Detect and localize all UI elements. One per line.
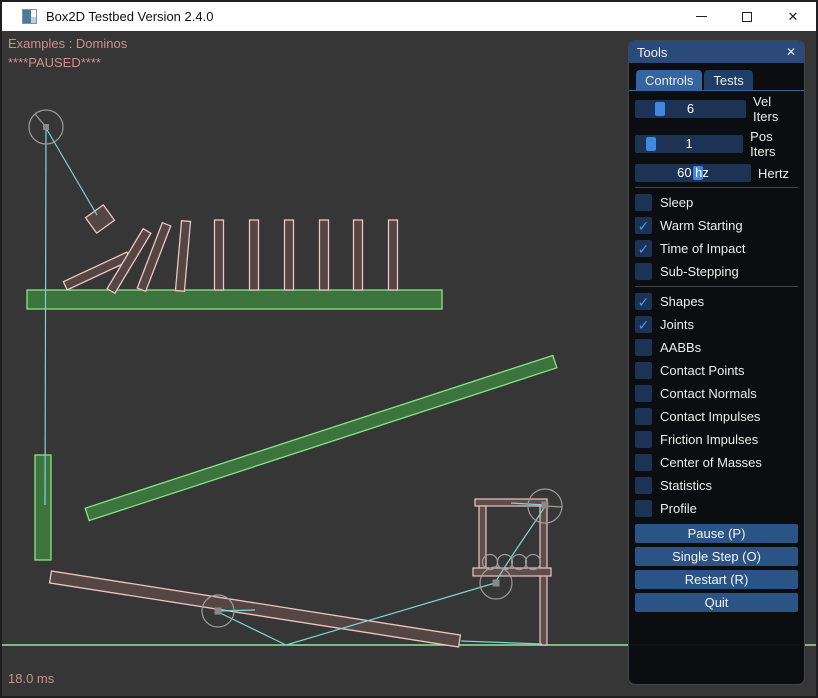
check-icon: ✓ [638, 295, 650, 309]
close-icon: ✕ [788, 10, 799, 23]
cart-ball [526, 555, 541, 570]
joint-line [461, 641, 542, 644]
tools-panel-title: Tools [637, 45, 667, 60]
check-icon: ✓ [638, 242, 650, 256]
checkbox-box [635, 362, 652, 379]
hertz-value: 60 hz [635, 164, 751, 182]
checkbox-sleep[interactable]: Sleep [635, 191, 798, 214]
separator [635, 187, 798, 188]
cart-left-post [479, 506, 486, 568]
domino-upright [320, 220, 329, 290]
checkbox-sub-stepping[interactable]: Sub-Stepping [635, 260, 798, 283]
green-ramp [85, 355, 557, 520]
checkbox-box [635, 385, 652, 402]
joint-anchor [43, 124, 49, 130]
checkbox-contact-points[interactable]: Contact Points [635, 359, 798, 382]
hertz-slider[interactable]: 60 hz [635, 164, 751, 182]
checkbox-contact-normals[interactable]: Contact Normals [635, 382, 798, 405]
checkbox-box [635, 408, 652, 425]
maximize-icon [742, 12, 752, 22]
simulation-canvas[interactable]: Examples : Dominos ****PAUSED**** 18.0 m… [2, 31, 816, 696]
paused-label: ****PAUSED**** [8, 55, 101, 70]
checkbox-profile[interactable]: Profile [635, 497, 798, 520]
checkbox-box [635, 263, 652, 280]
check-icon: ✓ [638, 318, 650, 332]
hertz-slider-row: 60 hz Hertz [635, 164, 798, 182]
checkbox-warm-starting[interactable]: ✓ Warm Starting [635, 214, 798, 237]
close-button[interactable]: ✕ [770, 2, 816, 31]
domino-upright [215, 220, 224, 290]
tab-controls[interactable]: Controls [636, 70, 702, 90]
single-step-button[interactable]: Single Step (O) [635, 547, 798, 566]
checkbox-center-of-masses[interactable]: Center of Masses [635, 451, 798, 474]
checkbox-statistics[interactable]: Statistics [635, 474, 798, 497]
maximize-button[interactable] [724, 2, 770, 31]
pos-iters-value: 1 [635, 135, 743, 153]
separator [635, 286, 798, 287]
checkbox-box: ✓ [635, 293, 652, 310]
frame-time-label: 18.0 ms [8, 671, 54, 686]
minimize-icon [696, 16, 707, 17]
minimize-button[interactable] [678, 2, 724, 31]
checkbox-shapes[interactable]: ✓ Shapes [635, 290, 798, 313]
check-icon: ✓ [638, 219, 650, 233]
checkbox-aabbs[interactable]: AABBs [635, 336, 798, 359]
tab-tests[interactable]: Tests [704, 70, 752, 90]
domino-upright [285, 220, 294, 290]
hertz-label: Hertz [758, 166, 789, 181]
app-window: Box2D Testbed Version 2.4.0 ✕ [0, 0, 818, 698]
vel-iters-label: Vel Iters [753, 94, 798, 124]
window-title: Box2D Testbed Version 2.4.0 [46, 9, 213, 24]
titlebar: Box2D Testbed Version 2.4.0 ✕ [2, 2, 816, 31]
domino-upright [250, 220, 259, 290]
pendulum-box [86, 205, 115, 233]
vel-iters-slider-row: 6 Vel Iters [635, 94, 798, 124]
restart-button[interactable]: Restart (R) [635, 570, 798, 589]
checkbox-friction-impulses[interactable]: Friction Impulses [635, 428, 798, 451]
pos-iters-slider-row: 1 Pos Iters [635, 129, 798, 159]
app-icon [22, 9, 37, 24]
checkbox-box [635, 339, 652, 356]
joint-anchor [493, 580, 500, 587]
joint-anchor [215, 608, 222, 615]
example-label: Examples : Dominos [8, 36, 127, 51]
checkbox-joints[interactable]: ✓ Joints [635, 313, 798, 336]
joint-line [45, 128, 46, 505]
checkbox-box: ✓ [635, 217, 652, 234]
pause-button[interactable]: Pause (P) [635, 524, 798, 543]
checkbox-time-of-impact[interactable]: ✓ Time of Impact [635, 237, 798, 260]
checkbox-contact-impulses[interactable]: Contact Impulses [635, 405, 798, 428]
vel-iters-slider[interactable]: 6 [635, 100, 746, 118]
vel-iters-value: 6 [635, 100, 746, 118]
green-pillar [35, 455, 51, 560]
domino-upright [389, 220, 398, 290]
panel-close-icon[interactable]: ✕ [786, 46, 796, 58]
tools-panel: Tools ✕ Controls Tests 6 Vel Iters [628, 40, 805, 685]
checkbox-box [635, 454, 652, 471]
cart-ball [512, 555, 527, 570]
joint-anchor [542, 502, 549, 509]
checkbox-box: ✓ [635, 240, 652, 257]
checkbox-box [635, 431, 652, 448]
checkbox-box [635, 194, 652, 211]
checkbox-box: ✓ [635, 316, 652, 333]
checkbox-box [635, 477, 652, 494]
domino-upright [354, 220, 363, 290]
domino-leaning [175, 221, 190, 292]
pos-iters-label: Pos Iters [750, 129, 798, 159]
domino-platform [27, 290, 442, 309]
seesaw-plank [50, 571, 461, 647]
joint-line [46, 128, 97, 215]
tab-bar: Controls Tests [636, 70, 804, 90]
tools-panel-titlebar[interactable]: Tools ✕ [629, 41, 804, 63]
checkbox-box [635, 500, 652, 517]
quit-button[interactable]: Quit [635, 593, 798, 612]
pos-iters-slider[interactable]: 1 [635, 135, 743, 153]
